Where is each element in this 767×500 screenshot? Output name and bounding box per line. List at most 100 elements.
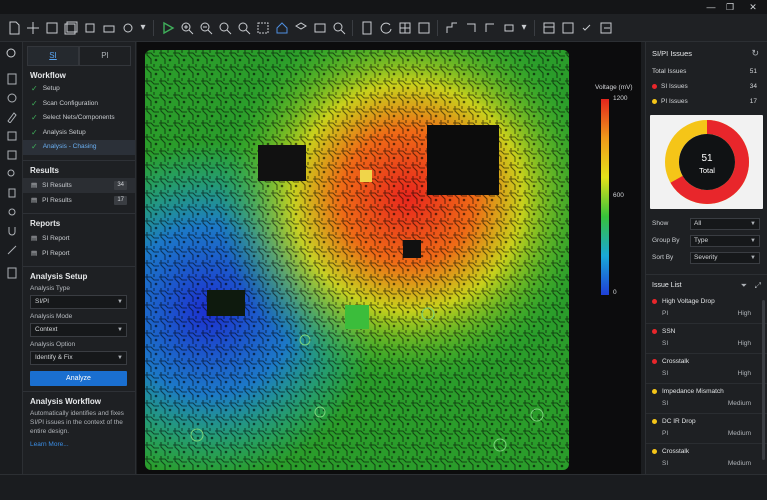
expand-icon[interactable]: ⤢: [755, 281, 761, 291]
via-icon[interactable]: [463, 20, 478, 35]
outline-icon[interactable]: [416, 20, 431, 35]
si-results-item[interactable]: ▤ SI Results 34: [23, 177, 135, 193]
workflow-step[interactable]: ✓ Analysis Setup: [23, 126, 135, 141]
workflow-step-active[interactable]: ✓ Analysis - Chasing: [23, 140, 135, 155]
issue-item[interactable]: High Voltage Drop PI High: [646, 294, 767, 324]
zoom-out-icon[interactable]: [198, 20, 213, 35]
reports-title: Reports: [30, 218, 61, 228]
tab-si[interactable]: SI: [27, 46, 79, 66]
check-icon: ✓: [31, 127, 38, 137]
measure-icon[interactable]: [312, 20, 327, 35]
check-icon: ✓: [31, 98, 38, 108]
probe-icon[interactable]: [0, 183, 23, 202]
chevron-down-icon[interactable]: ▾: [520, 20, 528, 35]
chevron-down-icon: ▼: [750, 254, 756, 261]
issue-item[interactable]: SSN SI High: [646, 324, 767, 354]
new-file-icon[interactable]: [6, 20, 21, 35]
run-icon[interactable]: [160, 20, 175, 35]
workflow-step[interactable]: ✓ Select Nets/Components: [23, 111, 135, 126]
yellow-dot-icon: [652, 99, 657, 104]
select-icon[interactable]: [255, 20, 270, 35]
refresh-icon[interactable]: ↻: [751, 48, 759, 59]
chip-icon[interactable]: [82, 20, 97, 35]
analyze-button[interactable]: Analyze: [30, 370, 127, 386]
analysis-option-label: Analysis Option: [30, 340, 76, 348]
analysis-mode-select[interactable]: Context ▼: [30, 322, 127, 337]
explore-icon[interactable]: [0, 44, 23, 63]
pi-results-item[interactable]: ▤ PI Results 17: [23, 193, 135, 208]
issues-donut-chart: 51 Total: [650, 115, 763, 209]
target-icon[interactable]: [0, 88, 23, 107]
filter-icon[interactable]: ⏷: [741, 281, 747, 291]
export-icon[interactable]: [598, 20, 613, 35]
restore-button[interactable]: ❐: [721, 1, 739, 13]
check-icon: ✓: [31, 142, 38, 151]
issue-item[interactable]: Impedance Mismatch SI Medium: [646, 384, 767, 414]
save-icon[interactable]: [44, 20, 59, 35]
donut-label: Total: [699, 166, 715, 175]
report-icon[interactable]: [359, 20, 374, 35]
chevron-down-icon[interactable]: ▾: [139, 20, 147, 35]
report-icon[interactable]: [0, 263, 23, 282]
analysis-workflow-title: Analysis Workflow: [30, 396, 101, 406]
divider: [23, 159, 135, 161]
refresh-icon[interactable]: [378, 20, 393, 35]
sort-by-select[interactable]: Severity ▼: [690, 251, 760, 264]
print-icon[interactable]: [101, 20, 116, 35]
zoom-in-icon[interactable]: [179, 20, 194, 35]
analysis-option-select[interactable]: Identify & Fix ▼: [30, 350, 127, 365]
pi-report-item[interactable]: ▤ PI Report: [23, 246, 135, 261]
inspect-icon[interactable]: [0, 164, 23, 183]
gear-icon[interactable]: [0, 202, 23, 221]
minimize-button[interactable]: —: [702, 1, 720, 13]
status-bar: [0, 474, 767, 500]
analysis-type-select[interactable]: SI/PI ▼: [30, 294, 127, 309]
si-issues-row[interactable]: SI Issues 34: [646, 79, 767, 94]
analysis-mode-label: Analysis Mode: [30, 312, 73, 320]
pcb-canvas[interactable]: [137, 42, 641, 474]
close-button[interactable]: ✕: [744, 1, 762, 13]
toolbar-divider: [437, 19, 438, 36]
report-icon: ▤: [31, 249, 38, 257]
trace-icon[interactable]: [482, 20, 497, 35]
route-icon[interactable]: [444, 20, 459, 35]
grid-icon[interactable]: [397, 20, 412, 35]
issue-list-scrollbar[interactable]: [762, 300, 765, 460]
legend-mid: 600: [613, 192, 624, 199]
group-by-select[interactable]: Type ▼: [690, 234, 760, 247]
learn-more-link[interactable]: Learn More...: [23, 441, 135, 448]
divider: [23, 265, 135, 267]
move-icon[interactable]: [25, 20, 40, 35]
stack-icon[interactable]: [0, 145, 23, 164]
show-select[interactable]: All ▼: [690, 217, 760, 230]
analysis-setup-title: Analysis Setup: [30, 271, 88, 281]
issue-item[interactable]: Crosstalk SI Medium: [646, 444, 767, 474]
document-icon[interactable]: [0, 69, 23, 88]
si-report-item[interactable]: ▤ SI Report: [23, 231, 135, 246]
settings-icon[interactable]: [120, 20, 135, 35]
zoom-fit-icon[interactable]: [217, 20, 232, 35]
net-icon[interactable]: [0, 126, 23, 145]
edit-icon[interactable]: [0, 107, 23, 126]
magnet-icon[interactable]: [0, 221, 23, 240]
zoom-area-icon[interactable]: [236, 20, 251, 35]
compare-icon[interactable]: [560, 20, 575, 35]
home-icon[interactable]: [274, 20, 289, 35]
workflow-step[interactable]: ✓ Setup: [23, 82, 135, 97]
voltage-legend-bar: [601, 99, 609, 295]
pi-issues-row[interactable]: PI Issues 17: [646, 94, 767, 109]
show-filter: Show All ▼: [646, 215, 767, 232]
issue-item[interactable]: Crosstalk SI High: [646, 354, 767, 384]
checklist-icon[interactable]: [579, 20, 594, 35]
legend-max: 1200: [613, 95, 628, 102]
table-icon[interactable]: [541, 20, 556, 35]
component-icon[interactable]: [501, 20, 516, 35]
issue-item[interactable]: DC IR Drop PI Medium: [646, 414, 767, 444]
layers-icon[interactable]: [293, 20, 308, 35]
save-all-icon[interactable]: [63, 20, 78, 35]
search-icon[interactable]: [331, 20, 346, 35]
tab-pi[interactable]: PI: [79, 46, 131, 66]
workflow-step[interactable]: ✓ Scan Configuration: [23, 97, 135, 112]
wand-icon[interactable]: [0, 240, 23, 259]
pcb-board-heatmap[interactable]: [145, 50, 569, 470]
